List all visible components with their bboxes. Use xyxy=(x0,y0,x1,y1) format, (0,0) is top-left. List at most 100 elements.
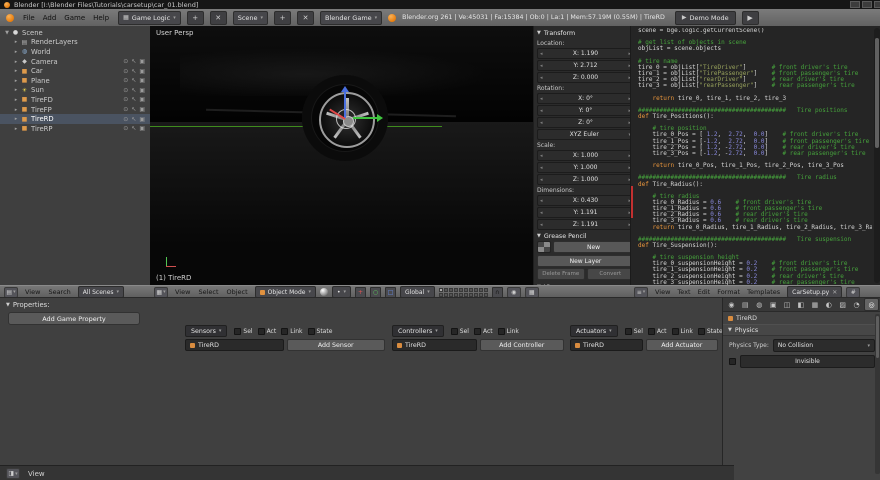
selectable-icon[interactable]: ↖ xyxy=(131,116,136,123)
outliner-row-renderlayers[interactable]: ▸ ▤ RenderLayers xyxy=(0,38,150,48)
transform-section-header[interactable]: ▼ Transform xyxy=(537,28,634,38)
tab-render[interactable]: ◉ xyxy=(725,299,738,310)
layer-cell[interactable] xyxy=(453,287,458,292)
hide-icon[interactable]: ⊙ xyxy=(123,58,128,65)
toggle-act[interactable]: Act xyxy=(257,327,276,335)
layer-cell[interactable] xyxy=(478,287,483,292)
outliner-row-scene[interactable]: ▼ ● Scene xyxy=(0,28,150,38)
manipulator-z-axis[interactable] xyxy=(344,92,346,118)
expander-icon[interactable]: ▸ xyxy=(12,87,20,93)
outliner-row-sun[interactable]: ▸ ☀ Sun ⊙ ↖ ▣ xyxy=(0,86,150,96)
toggle-link[interactable]: Link xyxy=(281,327,303,335)
tab-data[interactable]: ▦ xyxy=(808,299,821,310)
menu-file[interactable]: File xyxy=(20,14,38,22)
rotate-manipulator-toggle[interactable]: ○ xyxy=(370,286,382,298)
hide-icon[interactable]: ⊙ xyxy=(123,87,128,94)
outliner-row-tirefd[interactable]: ▸ ■ TireFD ⊙ ↖ ▣ xyxy=(0,95,150,105)
tab-texture[interactable]: ▨ xyxy=(836,299,849,310)
game-properties-header[interactable]: ▼ Properties: xyxy=(6,301,50,309)
tab-world[interactable]: ◍ xyxy=(753,299,766,310)
editor-type-icon[interactable]: ≡ ▾ xyxy=(634,286,648,298)
rotation-x-field[interactable]: ◂X: 0°▸ xyxy=(537,93,634,104)
layer-cell[interactable] xyxy=(443,287,448,292)
manipulator-y-axis[interactable] xyxy=(353,117,377,119)
sensors-object[interactable]: TireRD xyxy=(185,339,284,351)
expander-icon[interactable]: ▸ xyxy=(12,68,20,74)
renderable-icon[interactable]: ▣ xyxy=(139,96,145,103)
screen-layout-selector[interactable]: ▦ Game Logic ▾ xyxy=(118,10,181,25)
expander-icon[interactable]: ▸ xyxy=(12,39,20,45)
layer-cell[interactable] xyxy=(468,292,473,297)
expander-icon[interactable]: ▸ xyxy=(12,49,20,55)
rotation-y-field[interactable]: ◂Y: 0°▸ xyxy=(537,105,634,116)
close-icon[interactable]: ✕ xyxy=(832,289,837,296)
selectable-icon[interactable]: ↖ xyxy=(131,58,136,65)
renderable-icon[interactable]: ▣ xyxy=(139,125,145,132)
tab-particles[interactable]: ◔ xyxy=(850,299,863,310)
layer-cell[interactable] xyxy=(478,292,483,297)
blender-menu-icon[interactable] xyxy=(6,13,14,22)
toggle-state[interactable]: State xyxy=(307,327,332,335)
location-z-field[interactable]: ◂Z: 0.000▸ xyxy=(537,72,634,83)
scrollbar-thumb[interactable] xyxy=(876,316,879,358)
maximize-button[interactable] xyxy=(862,1,872,8)
tab-constraints[interactable]: ◫ xyxy=(781,299,794,310)
layer-cell[interactable] xyxy=(438,287,443,292)
add-actuator-button[interactable]: Add Actuator xyxy=(645,339,718,351)
scale-x-field[interactable]: ◂X: 1.000▸ xyxy=(537,150,634,161)
layer-cell[interactable] xyxy=(448,292,453,297)
expander-icon[interactable]: ▸ xyxy=(12,59,20,65)
layer-cell[interactable] xyxy=(438,292,443,297)
hide-icon[interactable]: ⊙ xyxy=(123,106,128,113)
invisible-checkbox[interactable] xyxy=(729,358,736,365)
editor-type-icon[interactable]: ◨ ▾ xyxy=(6,468,20,479)
layer-cell[interactable] xyxy=(468,287,473,292)
toggle-sel[interactable]: Sel xyxy=(234,327,253,335)
outliner-panel[interactable]: ▼ ● Scene ▸ ▤ RenderLayers ▸ ◍ World ▸ ◆ Camera ⊙ ↖ ▣ ▸… xyxy=(0,26,151,287)
render-animation-icon[interactable]: ▦ xyxy=(524,286,539,298)
rotation-z-field[interactable]: ◂Z: 0°▸ xyxy=(537,117,634,128)
dimensions-x-field[interactable]: ◂X: 0.430▸ xyxy=(537,195,634,206)
menu-view[interactable]: View xyxy=(652,288,673,296)
delete-scene-button[interactable]: ✕ xyxy=(297,10,315,25)
menu-format[interactable]: Format xyxy=(714,288,743,296)
menu-select[interactable]: Select xyxy=(195,288,221,296)
menu-edit[interactable]: Edit xyxy=(695,288,714,296)
hide-icon[interactable]: ⊙ xyxy=(123,116,128,123)
layer-cell[interactable] xyxy=(453,292,458,297)
dimensions-y-field[interactable]: ◂Y: 1.191▸ xyxy=(537,207,634,218)
scale-manipulator-toggle[interactable]: □ xyxy=(385,286,397,298)
outliner-row-camera[interactable]: ▸ ◆ Camera ⊙ ↖ ▣ xyxy=(0,57,150,67)
actuators-menu[interactable]: Actuators ▾ xyxy=(570,325,618,337)
selectable-icon[interactable]: ↖ xyxy=(131,106,136,113)
add-sensor-button[interactable]: Add Sensor xyxy=(286,339,385,351)
layer-cell[interactable] xyxy=(458,292,463,297)
selectable-icon[interactable]: ↖ xyxy=(131,68,136,75)
scrollbar[interactable] xyxy=(875,314,880,474)
layer-cell[interactable] xyxy=(448,287,453,292)
expander-icon[interactable]: ▸ xyxy=(12,116,20,122)
outliner-row-world[interactable]: ▸ ◍ World xyxy=(0,47,150,57)
scrollbar[interactable] xyxy=(874,28,880,283)
tab-material[interactable]: ◐ xyxy=(822,299,835,310)
add-controller-button[interactable]: Add Controller xyxy=(479,339,564,351)
manipulator-center[interactable] xyxy=(336,109,356,129)
toggle-sel[interactable]: Sel xyxy=(450,327,469,335)
viewport-shading-icon[interactable] xyxy=(319,288,328,296)
invisible-toggle[interactable]: Invisible xyxy=(740,355,875,368)
selectable-icon[interactable]: ↖ xyxy=(131,77,136,84)
outliner-row-tirerp[interactable]: ▸ ■ TireRP ⊙ ↖ ▣ xyxy=(0,124,150,134)
toggle-link[interactable]: Link xyxy=(671,327,693,335)
rotation-mode-dropdown[interactable]: XYZ Euler▾ xyxy=(537,129,634,140)
line-numbers-toggle-icon[interactable]: # xyxy=(846,286,861,298)
expander-icon[interactable]: ▸ xyxy=(12,126,20,132)
selectable-icon[interactable]: ↖ xyxy=(131,87,136,94)
snap-magnet-icon[interactable]: ∩ xyxy=(491,286,503,298)
actuators-object[interactable]: TireRD xyxy=(570,339,643,351)
hide-icon[interactable]: ⊙ xyxy=(123,68,128,75)
physics-type-dropdown[interactable]: No Collision ▾ xyxy=(772,339,875,352)
menu-text[interactable]: Text xyxy=(674,288,693,296)
tab-physics[interactable]: ◎ xyxy=(864,298,879,311)
tab-modifiers[interactable]: ◧ xyxy=(795,299,808,310)
editor-type-icon[interactable]: ▤ ▾ xyxy=(4,286,18,298)
